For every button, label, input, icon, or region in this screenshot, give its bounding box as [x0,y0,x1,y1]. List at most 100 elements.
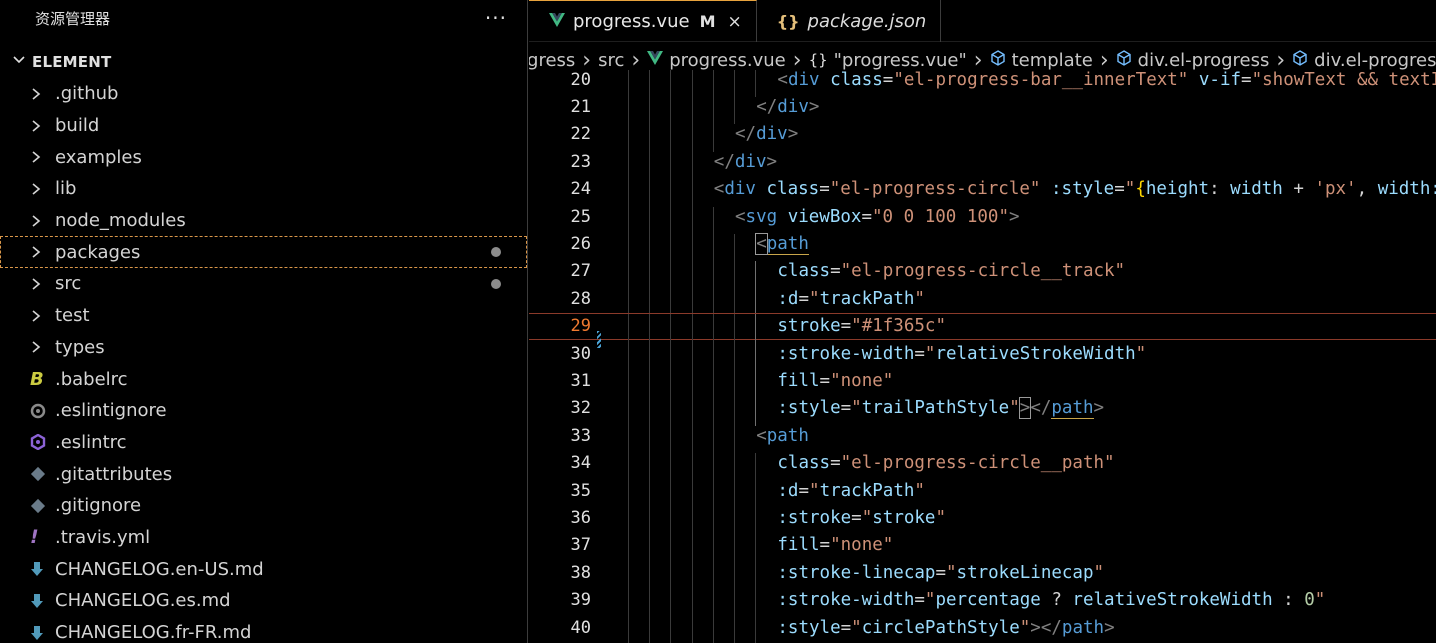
code-token: width: [1377,179,1436,200]
code-token: :stroke-linecap [777,562,936,583]
code-line[interactable]: 22 </div> [529,121,1436,152]
folder-item[interactable]: test [0,300,527,332]
file-item[interactable]: ! .travis.yml [0,522,527,554]
code-line[interactable]: 25 <svg viewBox="0 0 100 100"> [529,203,1436,235]
tree-item-label: examples [55,146,142,168]
code-token: < [713,179,725,200]
file-item[interactable]: B .babelrc [0,363,527,395]
code-line[interactable]: 40:style="circlePathStyle"></path> [529,614,1436,643]
code-token: > [1008,206,1020,227]
code-token: " [1314,590,1326,611]
folder-item[interactable]: node_modules [0,205,527,237]
code-line[interactable]: 24 <div class="el-progress-circle" :style… [529,176,1436,207]
code-token: " [924,343,936,364]
file-item[interactable]: .gitattributes [0,458,527,490]
code-token: > [1018,397,1032,420]
tree-item-label: lib [55,178,77,200]
workspace-title: ELEMENT [32,53,112,71]
code-line[interactable]: 34 class="el-progress-circle__path" [529,449,1436,481]
code-line[interactable]: 26 <path [529,230,1436,262]
file-item[interactable]: CHANGELOG.es.md [0,585,527,617]
code-token: = [1241,69,1252,90]
code-token: div [734,151,767,172]
tree-item-label: CHANGELOG.fr-FR.md [55,622,252,643]
code-text: :stroke-width="percentage ? relativeStro… [628,590,1326,618]
chevron-right-icon [30,245,55,259]
code-token: div [787,69,820,90]
code-line[interactable]: 23 </div> [529,148,1436,180]
file-item[interactable]: .gitignore [0,490,527,522]
code-line[interactable]: 29 stroke="#1f365c" [529,312,1436,349]
file-item[interactable]: .eslintrc [0,427,527,459]
code-token: ></ [1030,617,1062,638]
chevron-right-icon [30,277,55,291]
code-token: </ [756,97,778,118]
code-token: div [756,124,788,145]
close-icon[interactable]: × [727,12,741,32]
code-text: <path [628,233,809,262]
code-token: "none" [830,535,894,556]
line-number: 36 [570,507,591,528]
code-token: > [787,124,799,145]
line-number: 34 [570,453,591,474]
code-token: , [1356,179,1378,200]
code-token: " [945,562,957,583]
code-token: = [819,179,830,200]
tree-item-label: .gitignore [55,495,142,517]
line-number: 35 [570,480,591,501]
git-icon [30,498,55,514]
code-line[interactable]: 27 class="el-progress-circle__track" [529,258,1436,289]
folder-item[interactable]: packages [0,236,527,269]
code-token: = [830,453,841,474]
code-line[interactable]: 28:d="trackPath" [529,285,1436,317]
tree-item-label: node_modules [55,210,186,232]
code-view[interactable]: 20 <div class="el-progress-bar__innerText… [529,66,1436,643]
code-token: :style [777,398,841,419]
code-token: path [1051,398,1094,420]
workspace-section-header[interactable]: ELEMENT [0,46,527,78]
code-token: < [755,233,768,256]
code-token: 'px' [1314,179,1357,200]
code-line[interactable]: 32:style="trailPathStyle"></path> [529,395,1436,426]
code-token: svg [745,206,778,227]
code-line[interactable]: 31 fill="none" [529,367,1436,399]
code-token: " [1009,398,1020,419]
folder-item[interactable]: lib [0,173,527,205]
code-token: + [1282,179,1315,200]
code-line[interactable]: 21 </div> [529,93,1436,125]
markdown-icon [30,561,55,577]
eslint-ignore-icon [30,403,55,419]
code-token: :style [1051,179,1115,200]
folder-item[interactable]: types [0,332,527,364]
code-token: path [1061,617,1105,638]
file-item[interactable]: CHANGELOG.fr-FR.md [0,617,527,643]
code-line[interactable]: 37 fill="none" [529,532,1436,563]
code-line[interactable]: 38:stroke-linecap="strokeLinecap" [529,559,1436,591]
code-token: "el-progress-circle" [829,179,1041,200]
code-line[interactable]: 30:stroke-width="relativeStrokeWidth" [529,340,1436,371]
tab-package-json[interactable]: {} package.json [757,0,942,42]
file-item[interactable]: .eslintignore [0,395,527,427]
code-token: :style [777,617,841,638]
chevron-right-icon [30,182,55,196]
code-line[interactable]: 20 <div class="el-progress-bar__innerText… [529,66,1436,98]
code-line[interactable]: 35:d="trackPath" [529,477,1436,508]
code-text: class="el-progress-circle__track" [628,261,1125,289]
code-line[interactable]: 39:stroke-width="percentage ? relativeSt… [529,586,1436,618]
folder-item[interactable]: build [0,110,527,142]
code-line[interactable]: 36:stroke="stroke" [529,504,1436,536]
ellipsis-icon[interactable]: ··· [485,8,507,28]
code-line[interactable]: 33 <path [529,422,1436,454]
code-token: width [1230,179,1283,200]
file-item[interactable]: CHANGELOG.en-US.md [0,553,527,585]
line-number: 31 [570,370,591,391]
code-token: div [724,179,756,200]
folder-item[interactable]: .github [0,78,527,110]
tab-progress-vue[interactable]: progress.vue M × [529,0,757,42]
code-token: : [1209,179,1231,200]
code-token: relativeStrokeWidth [935,343,1136,364]
tree-item-label: types [55,336,105,358]
folder-item[interactable]: src [0,268,527,300]
folder-item[interactable]: examples [0,141,527,173]
